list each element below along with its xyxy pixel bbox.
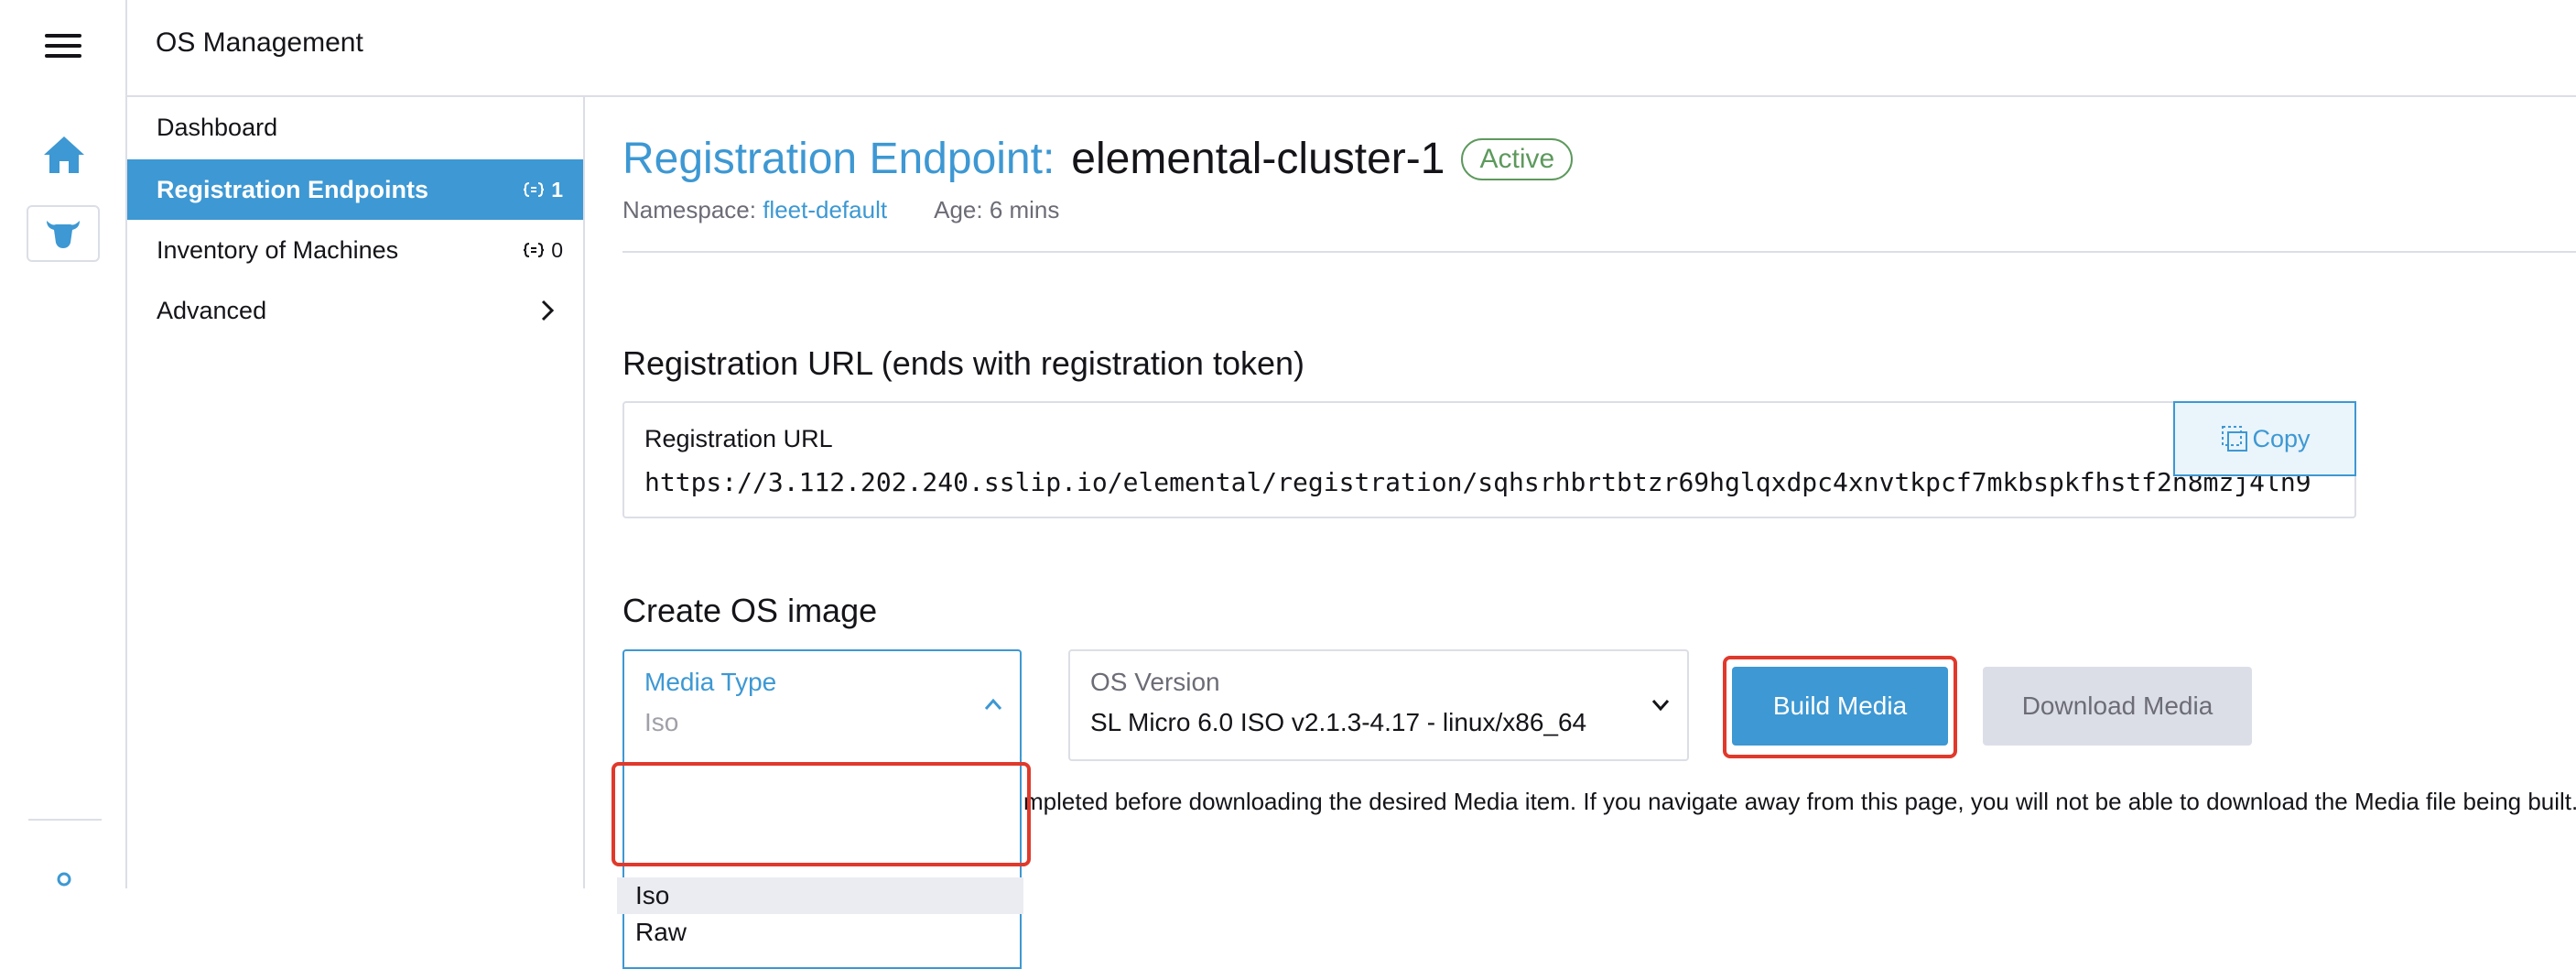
home-icon[interactable] <box>41 134 87 176</box>
registration-url-label: Registration URL <box>644 425 833 452</box>
resource-count-icon <box>524 243 545 257</box>
media-type-label: Media Type <box>644 668 777 696</box>
key-icon[interactable] <box>53 870 75 892</box>
nav-item-dashboard[interactable]: Dashboard <box>127 97 583 158</box>
media-type-select[interactable]: Media Type Iso <box>622 649 1022 761</box>
title-divider <box>622 251 2576 253</box>
registration-url-heading: Registration URL (ends with registration… <box>622 344 1304 382</box>
icon-rail <box>0 0 127 888</box>
media-type-option-iso[interactable]: Iso <box>617 877 1023 914</box>
nav-count: 1 <box>524 159 563 220</box>
media-type-dropdown: Iso Raw <box>617 758 1023 969</box>
copy-button-label: Copy <box>2252 424 2311 452</box>
status-badge: Active <box>1461 137 1574 180</box>
copy-button[interactable]: Copy <box>2173 401 2356 476</box>
chevron-right-icon <box>541 299 555 321</box>
elemental-cow-icon[interactable] <box>27 205 100 262</box>
rail-divider <box>28 819 102 821</box>
build-media-button[interactable]: Build Media <box>1732 667 1948 746</box>
age-text: Age: 6 mins <box>934 196 1060 223</box>
resource-count-icon <box>524 182 545 197</box>
page-title-name: elemental-cluster-1 <box>1071 135 1445 183</box>
namespace-label: Namespace: <box>622 196 756 223</box>
side-navigation: Dashboard Registration Endpoints 1 Inven… <box>127 97 585 888</box>
page-title: Registration Endpoint: elemental-cluster… <box>622 134 1574 184</box>
nav-item-registration-endpoints[interactable]: Registration Endpoints 1 <box>127 159 583 220</box>
nav-item-inventory-of-machines[interactable]: Inventory of Machines 0 <box>127 220 583 280</box>
nav-item-label: Advanced <box>157 296 267 324</box>
registration-url-value[interactable]: https://3.112.202.240.sslip.io/elemental… <box>644 467 2311 497</box>
namespace-link[interactable]: fleet-default <box>763 196 887 223</box>
nav-item-label: Dashboard <box>157 113 278 141</box>
create-os-image-heading: Create OS image <box>622 592 878 629</box>
main-content: Registration Endpoint: elemental-cluster… <box>612 97 2576 969</box>
os-version-label: OS Version <box>1090 668 1220 696</box>
download-media-button[interactable]: Download Media <box>1983 667 2252 746</box>
page-meta: Namespace: fleet-default Age: 6 mins <box>622 196 1059 224</box>
nav-count: 0 <box>524 220 563 280</box>
chevron-up-icon <box>984 698 1002 710</box>
page-title-kind: Registration Endpoint: <box>622 135 1055 183</box>
top-header: OS Management <box>127 0 2576 97</box>
hamburger-menu-icon[interactable] <box>45 34 81 61</box>
media-type-value: Iso <box>644 708 679 736</box>
os-version-select[interactable]: OS Version SL Micro 6.0 ISO v2.1.3-4.17 … <box>1068 649 1689 761</box>
nav-item-label: Inventory of Machines <box>157 235 399 264</box>
os-version-value: SL Micro 6.0 ISO v2.1.3-4.17 - linux/x86… <box>1090 708 1587 736</box>
chevron-down-icon <box>1651 700 1670 712</box>
nav-item-advanced[interactable]: Advanced <box>127 280 583 341</box>
header-title: OS Management <box>156 27 363 58</box>
copy-icon <box>2222 426 2248 452</box>
media-type-option-raw[interactable]: Raw <box>617 914 1023 951</box>
build-notice-text: mpleted before downloading the desired M… <box>1023 788 2576 815</box>
registration-url-field: Registration URL https://3.112.202.240.s… <box>622 401 2356 518</box>
nav-item-label: Registration Endpoints <box>157 175 428 203</box>
